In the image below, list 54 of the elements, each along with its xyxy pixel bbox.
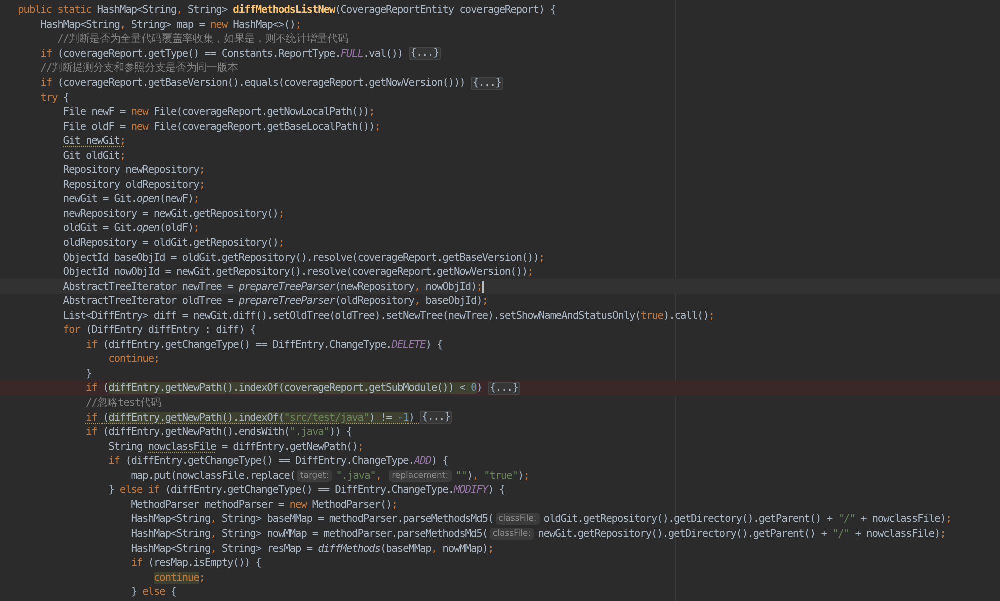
code-text: Git oldGit; [62, 150, 126, 162]
parameter-hint: classFile: [496, 513, 540, 526]
code-text: public static HashMap<String, String> diffMethodsListNew(CoverageReportEntity coverageReport) { [18, 4, 556, 16]
code-text: } [84, 368, 92, 380]
code-text: //忽略test代码 [84, 396, 162, 410]
folded-code[interactable]: {...} [470, 76, 504, 90]
code-text: HashMap<String, String> map = new HashMap<>(); [40, 18, 302, 31]
code-text: if (diffEntry.getChangeType() == DiffEntry.ChangeType.ADD) { [108, 455, 448, 468]
code-text: AbstractTreeIterator oldTree = prepareTreeParser(oldRepository, baseObjId); [62, 295, 488, 308]
code-text: ""), "true"); [456, 470, 530, 482]
code-text: for (DiffEntry diffEntry : diff) { [62, 324, 256, 336]
code-text: newGit.getRepository().getDirectory().getParent() + "/" + nowclassFile); [538, 528, 946, 540]
code-text: AbstractTreeIterator newTree = prepareTreeParser(newRepository, nowObjId); [62, 280, 482, 293]
folded-code[interactable]: {...} [408, 47, 441, 60]
code-text: oldRepository = oldGit.getRepository(); [62, 237, 284, 250]
code-text: HashMap<String, String> baseMMap = methodParser.parseMethodsMd5( [130, 513, 494, 526]
code-text: List<DiffEntry> diff = newGit.diff().setOldTree(oldTree).setNewTree(newTree).setShowNameAndStatusOnly(true).call(); [62, 310, 714, 322]
parameter-hint: replacement: [389, 470, 452, 482]
code-text: continue; [108, 353, 160, 366]
code-text: map.put(nowclassFile.replace( [130, 470, 296, 482]
code-text: newGit = Git.open(newF); [62, 193, 200, 206]
code-text: Git newGit; [62, 135, 126, 148]
code-text: //判断是否为全量代码覆盖率收集，如果是，则不统计增量代码 [56, 32, 348, 46]
code-text: if (diffEntry.getNewPath().indexOf("src/test/java") != -1) [84, 412, 416, 424]
code-text: if (coverageReport.getType() == Constants.ReportType.FULL.val()) [40, 48, 404, 60]
parameter-hint: target: [297, 470, 332, 482]
code-text: ObjectId nowObjId = newGit.getRepository().resolve(coverageReport.getNowVersion()); [62, 266, 534, 278]
code-text: oldGit.getRepository().getDirectory().getParent() + "/" + nowclassFile); [544, 513, 952, 526]
code-text: HashMap<String, String> nowMMap = methodParser.parseMethodsMd5( [130, 528, 488, 540]
code-text: } else { [130, 586, 177, 598]
code-text: if (diffEntry.getNewPath().endsWith(".java")) { [84, 426, 352, 438]
code-text: Repository oldRepository; [62, 178, 205, 191]
code-text: ".java", [336, 470, 382, 482]
code-text: File newF = new File(coverageReport.getNowLocalPath()); [62, 106, 375, 118]
code-text: if (coverageReport.getBaseVersion().equals(coverageReport.getNowVersion())) [40, 77, 466, 89]
code-text: if (diffEntry.getNewPath().indexOf(coverageReport.getSubModule()) < 0) [84, 382, 484, 394]
code-text: Repository newRepository; [62, 164, 205, 176]
code-text: ObjectId baseObjId = oldGit.getRepository().resolve(coverageReport.getBaseVersion()); [62, 252, 545, 264]
code-text: newRepository = newGit.getRepository(); [62, 208, 284, 220]
code-text: //判断提测分支和参照分支是否为同一版本 [40, 61, 238, 76]
code-text: File oldF = new File(coverageReport.getBaseLocalPath()); [62, 120, 380, 133]
parameter-hint: classFile: [490, 528, 534, 540]
code-text: try { [40, 92, 69, 104]
code-text: continue; [152, 572, 205, 584]
text-cursor [482, 280, 484, 293]
folded-code[interactable]: {...} [420, 411, 452, 424]
code-text: HashMap<String, String> resMap = diffMethods(baseMMap, nowMMap); [130, 542, 494, 554]
folded-code[interactable]: {...} [488, 382, 520, 395]
code-text: } else if (diffEntry.getChangeType() == DiffEntry.ChangeType.MODIFY) { [108, 484, 505, 496]
code-text: if (resMap.isEmpty()) { [130, 557, 262, 570]
code-text: oldGit = Git.open(oldF); [62, 222, 200, 234]
code-text: String nowclassFile = diffEntry.getNewPath(); [108, 440, 364, 453]
code-text: if (diffEntry.getChangeType() == DiffEntry.ChangeType.DELETE) { [84, 338, 443, 351]
code-text: MethodParser methodParser = new MethodParser(); [130, 498, 398, 511]
